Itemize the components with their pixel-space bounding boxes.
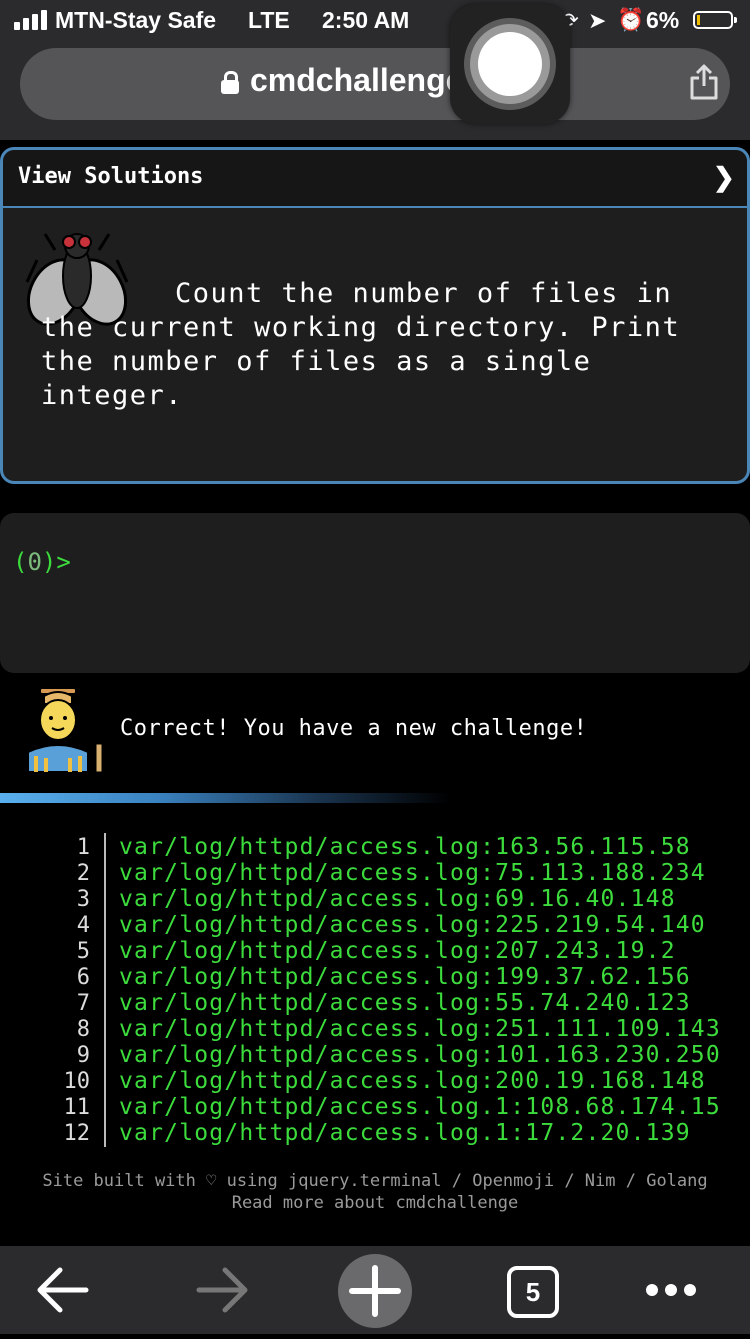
challenge-card: View Solutions ❯ Count the number of fil… xyxy=(0,147,750,484)
output-line: 7 var/log/httpd/access.log:55.74.240.123 xyxy=(0,989,750,1017)
output-text: var/log/httpd/access.log:55.74.240.123 xyxy=(119,990,691,1016)
line-number: 11 xyxy=(63,1095,91,1120)
line-separator xyxy=(104,885,106,913)
output-line: 3 var/log/httpd/access.log:69.16.40.148 xyxy=(0,885,750,913)
line-separator xyxy=(104,1067,106,1095)
share-icon[interactable] xyxy=(688,64,720,100)
battery-icon xyxy=(693,11,737,29)
line-separator xyxy=(104,833,106,861)
line-separator xyxy=(104,989,106,1017)
browser-chrome: MTN-Stay Safe LTE 2:50 AM ⟳ ➤ ⏰ 6% cmdch… xyxy=(0,0,750,140)
output-text: var/log/httpd/access.log:163.56.115.58 xyxy=(119,834,691,860)
output-line: 2 var/log/httpd/access.log:75.113.188.234 xyxy=(0,859,750,887)
url-text[interactable]: cmdchallenge xyxy=(250,62,463,99)
output-line: 6 var/log/httpd/access.log:199.37.62.156 xyxy=(0,963,750,991)
assistive-touch-button[interactable] xyxy=(450,4,570,124)
browser-toolbar: 5 xyxy=(0,1246,750,1334)
view-solutions-bar[interactable]: View Solutions ❯ xyxy=(3,150,747,208)
output-text: var/log/httpd/access.log.1:17.2.20.139 xyxy=(119,1120,691,1146)
output-line: 9 var/log/httpd/access.log:101.163.230.25… xyxy=(0,1041,750,1069)
forward-arrow-icon xyxy=(196,1267,248,1313)
output-text: var/log/httpd/access.log:199.37.62.156 xyxy=(119,964,691,990)
line-separator xyxy=(104,911,106,939)
lock-icon xyxy=(221,71,239,94)
prompt-close: )> xyxy=(41,548,71,576)
output-line: 1 var/log/httpd/access.log:163.56.115.58 xyxy=(0,833,750,861)
line-separator xyxy=(104,963,106,991)
new-tab-button[interactable] xyxy=(338,1254,412,1328)
line-number: 4 xyxy=(76,913,90,938)
more-dots-icon[interactable] xyxy=(640,1246,710,1334)
line-number: 5 xyxy=(76,939,90,964)
output-line: 4 var/log/httpd/access.log:225.219.54.140 xyxy=(0,911,750,939)
output-line: 8 var/log/httpd/access.log:251.111.109.14… xyxy=(0,1015,750,1043)
terminal-prompt[interactable]: (0)> xyxy=(13,548,71,576)
view-solutions-label[interactable]: View Solutions xyxy=(18,164,203,189)
carrier-name: MTN-Stay Safe xyxy=(55,7,217,33)
line-number: 7 xyxy=(76,991,90,1016)
output-text: var/log/httpd/access.log:69.16.40.148 xyxy=(119,886,676,912)
chevron-right-icon[interactable]: ❯ xyxy=(713,162,735,193)
alarm-clock-icon: ⏰ xyxy=(617,7,645,32)
address-bar[interactable]: cmdchallenge xyxy=(20,48,730,120)
progress-bar xyxy=(0,793,450,803)
output-text: var/log/httpd/access.log:75.113.188.234 xyxy=(119,860,706,886)
terminal-input-area[interactable]: (0)> xyxy=(0,513,750,673)
signal-strength-icon xyxy=(14,10,48,30)
output-line: 5 var/log/httpd/access.log:207.243.19.2 xyxy=(0,937,750,965)
line-separator xyxy=(104,1015,106,1043)
prompt-count: 0 xyxy=(27,548,42,576)
line-separator xyxy=(104,1093,106,1121)
read-more-link[interactable]: Read more about cmdchallenge xyxy=(232,1193,519,1213)
line-number: 6 xyxy=(76,965,90,990)
line-number: 1 xyxy=(76,835,90,860)
network-type: LTE xyxy=(248,7,290,33)
forward-button[interactable] xyxy=(185,1246,255,1334)
output-text: var/log/httpd/access.log:101.163.230.250 xyxy=(119,1042,721,1068)
back-button[interactable] xyxy=(30,1246,100,1334)
output-text: var/log/httpd/access.log:251.111.109.143 xyxy=(119,1016,721,1042)
line-number: 2 xyxy=(76,861,90,886)
output-text: var/log/httpd/access.log:200.19.168.148 xyxy=(119,1068,706,1094)
output-line: 10 var/log/httpd/access.log:200.19.168.14… xyxy=(0,1067,750,1095)
result-message: Correct! You have a new challenge! xyxy=(120,716,588,741)
location-arrow-icon: ➤ xyxy=(588,8,607,33)
tabs-icon: 5 xyxy=(507,1266,559,1318)
prompt-open: ( xyxy=(13,548,28,576)
output-line: 11 var/log/httpd/access.log.1:108.68.174.… xyxy=(0,1093,750,1121)
plus-icon xyxy=(349,1265,401,1317)
line-number: 10 xyxy=(63,1069,91,1094)
status-bar: MTN-Stay Safe LTE 2:50 AM ⟳ ➤ ⏰ 6% xyxy=(0,0,750,42)
line-separator xyxy=(104,1119,106,1147)
line-number: 3 xyxy=(76,887,90,912)
line-number: 8 xyxy=(76,1017,90,1042)
line-separator xyxy=(104,937,106,965)
output-line: 12 var/log/httpd/access.log.1:17.2.20.139 xyxy=(0,1119,750,1147)
tabs-button[interactable]: 5 xyxy=(505,1246,559,1334)
battery-percentage: 6% xyxy=(646,7,680,33)
construction-worker-icon xyxy=(27,687,103,772)
status-time: 2:50 AM xyxy=(322,7,410,33)
output-text: var/log/httpd/access.log:225.219.54.140 xyxy=(119,912,706,938)
challenge-description: Count the number of files in the current… xyxy=(41,278,681,411)
line-separator xyxy=(104,1041,106,1069)
output-text: var/log/httpd/access.log:207.243.19.2 xyxy=(119,938,676,964)
line-number: 12 xyxy=(63,1121,91,1146)
footer-credits[interactable]: Site built with ♡ using jquery.terminal … xyxy=(0,1170,750,1192)
line-number: 9 xyxy=(76,1043,90,1068)
footer: Site built with ♡ using jquery.terminal … xyxy=(0,1170,750,1214)
output-text: var/log/httpd/access.log.1:108.68.174.15 xyxy=(119,1094,721,1120)
back-arrow-icon xyxy=(37,1267,89,1313)
line-separator xyxy=(104,859,106,887)
